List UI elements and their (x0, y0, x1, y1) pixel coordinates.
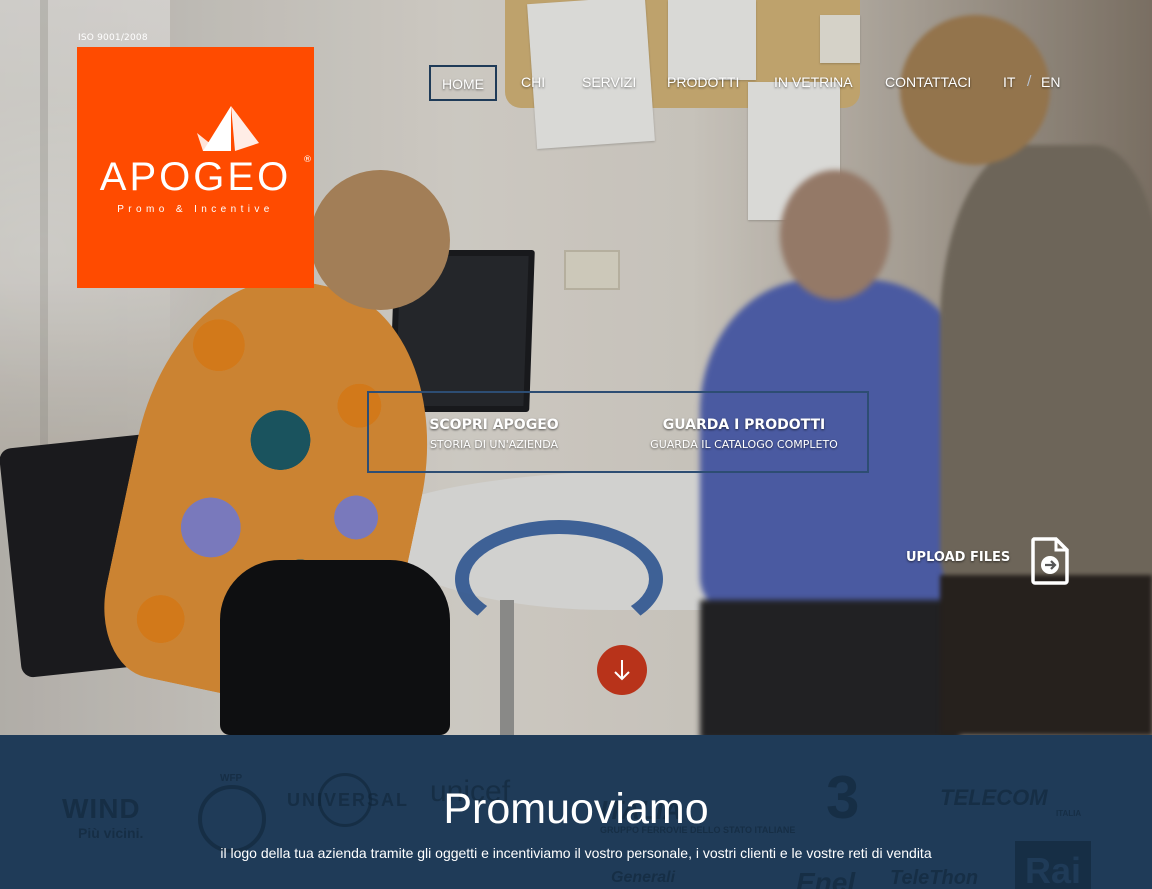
cta-title: GUARDA I PRODOTTI (662, 417, 826, 433)
promo-subtitle: il logo della tua azienda tramite gli og… (220, 845, 932, 861)
nav-item-contattaci[interactable]: CONTATTACI (885, 65, 971, 97)
client-logo-wfp: WFP (220, 773, 243, 784)
arrow-down-icon (614, 660, 630, 681)
certification-label: ISO 9001/2008 (78, 33, 148, 43)
nav-item-home[interactable]: HOME (429, 65, 497, 101)
hero-cta-box: SCOPRI APOGEO Storia di un'azienda GUARD… (367, 391, 869, 473)
nav-item-in-vetrina[interactable]: IN VETRINA (774, 65, 853, 97)
language-en[interactable]: EN (1041, 65, 1060, 97)
client-logo-enel: Enel (796, 867, 856, 889)
logo-brand: APOGEO (99, 155, 292, 199)
cta-subtitle: Storia di un'azienda (429, 438, 559, 451)
cta-guarda-prodotti[interactable]: GUARDA I PRODOTTI Guarda il catalogo com… (619, 417, 869, 451)
language-it[interactable]: IT (1003, 65, 1015, 97)
logo-tagline: Promo & Incentive (117, 204, 274, 215)
cta-subtitle: Guarda il catalogo completo (650, 438, 838, 451)
client-logo-telethon: TeleThon (890, 867, 979, 889)
promo-title: Promuoviamo (443, 785, 709, 833)
scroll-down-button[interactable] (597, 645, 647, 695)
file-arrow-icon (1031, 537, 1069, 585)
cta-scopri-apogeo[interactable]: SCOPRI APOGEO Storia di un'azienda (369, 417, 619, 451)
client-logo-generali: Generali (611, 869, 676, 886)
nav-item-prodotti[interactable]: PRODOTTI (667, 65, 739, 97)
promo-band: WIND Più vicini. WFP UNIVERSAL unicef IT… (0, 735, 1152, 889)
cta-title: SCOPRI APOGEO (429, 417, 559, 433)
language-separator: / (1027, 74, 1032, 89)
registered-mark: ® (303, 155, 312, 165)
nav-item-chi[interactable]: CHI (521, 65, 545, 97)
nav-item-servizi[interactable]: SERVIZI (582, 65, 636, 97)
upload-files-label: UPLOAD FILES (906, 550, 1011, 565)
site-logo[interactable]: APOGEO ® Promo & Incentive (77, 47, 314, 288)
